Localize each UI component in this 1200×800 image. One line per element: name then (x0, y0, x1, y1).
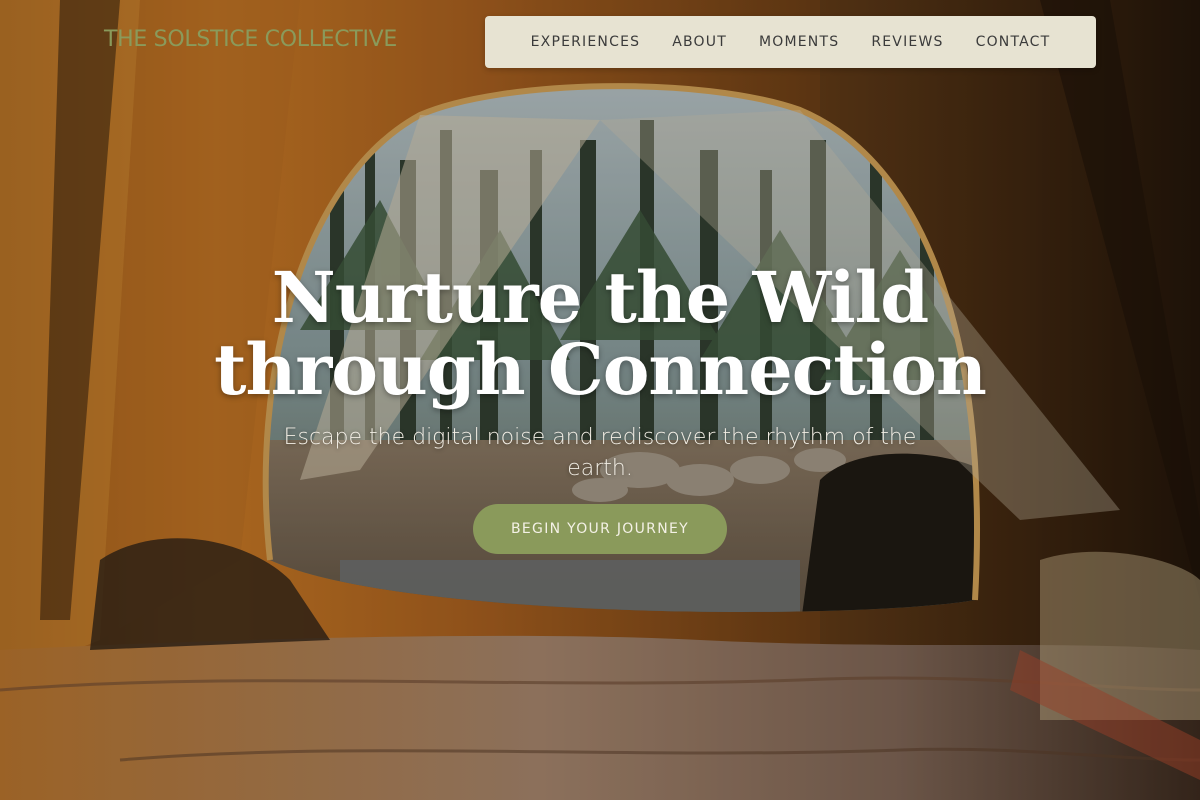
nav-item-experiences[interactable]: EXPERIENCES (515, 34, 657, 50)
hero-content: Nurture the Wild through Connection Esca… (0, 262, 1200, 554)
hero-title-line1: Nurture the Wild (271, 256, 929, 339)
hero-section: THE SOLSTICE COLLECTIVE EXPERIENCES ABOU… (0, 0, 1200, 800)
nav-item-about[interactable]: ABOUT (656, 34, 743, 50)
main-nav: EXPERIENCES ABOUT MOMENTS REVIEWS CONTAC… (485, 16, 1096, 68)
hero-title-line2: through Connection (214, 328, 987, 411)
hero-title: Nurture the Wild through Connection (150, 262, 1050, 406)
nav-item-reviews[interactable]: REVIEWS (855, 34, 959, 50)
brand-logo[interactable]: THE SOLSTICE COLLECTIVE (104, 27, 397, 52)
begin-journey-button[interactable]: BEGIN YOUR JOURNEY (473, 504, 727, 554)
nav-item-contact[interactable]: CONTACT (960, 34, 1067, 50)
hero-subtitle: Escape the digital noise and rediscover … (283, 425, 917, 481)
nav-item-moments[interactable]: MOMENTS (743, 34, 855, 50)
